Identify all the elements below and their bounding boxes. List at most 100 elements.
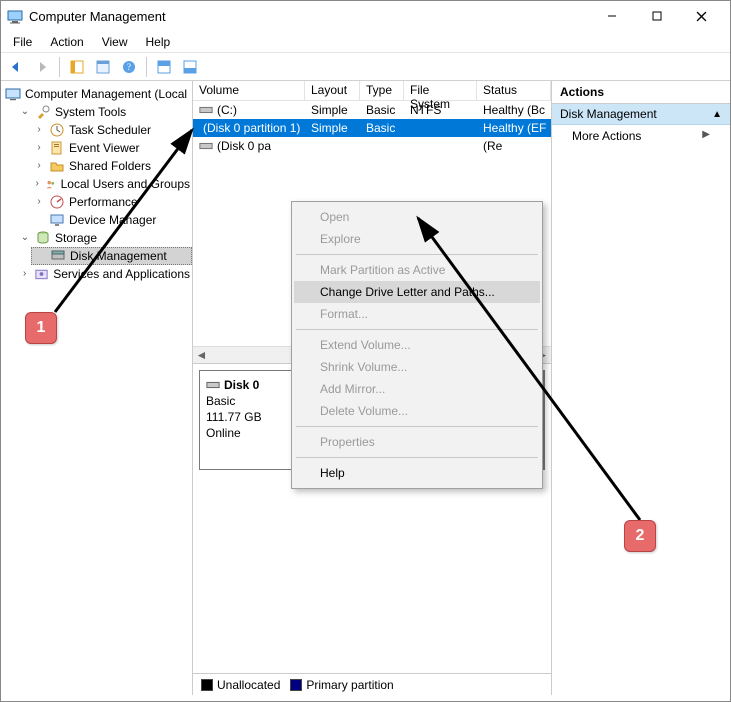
disk-management-icon xyxy=(50,248,66,264)
expand-icon[interactable]: › xyxy=(33,121,45,139)
cm-delete-volume[interactable]: Delete Volume... xyxy=(294,400,540,422)
back-button[interactable] xyxy=(5,56,27,78)
close-button[interactable] xyxy=(679,2,724,30)
legend: Unallocated Primary partition xyxy=(193,673,551,695)
volume-name: (C:) xyxy=(217,103,237,117)
tree-event-viewer[interactable]: ›Event Viewer xyxy=(31,139,192,157)
window-title: Computer Management xyxy=(29,9,166,24)
tree-label: Local Users and Groups xyxy=(61,175,190,193)
volume-row[interactable]: (C:) Simple Basic NTFS Healthy (Bc xyxy=(193,101,551,119)
view-top-button[interactable] xyxy=(153,56,175,78)
actions-more[interactable]: More Actions ▶ xyxy=(552,125,730,147)
col-status[interactable]: Status xyxy=(477,81,551,100)
tree-system-tools[interactable]: ⌄ System Tools xyxy=(17,103,192,121)
tree-root[interactable]: Computer Management (Local xyxy=(3,85,192,103)
chevron-right-icon: ▶ xyxy=(702,129,710,140)
device-manager-icon xyxy=(49,212,65,228)
volume-list-header: Volume Layout Type File System Status xyxy=(193,81,551,101)
main-area: Computer Management (Local ⌄ System Tool… xyxy=(1,81,730,701)
cm-separator xyxy=(296,254,538,255)
forward-button[interactable] xyxy=(31,56,53,78)
tree-shared-folders[interactable]: ›Shared Folders xyxy=(31,157,192,175)
tree-performance[interactable]: ›Performance xyxy=(31,193,192,211)
collapse-icon[interactable]: ⌄ xyxy=(19,229,31,247)
tree-services[interactable]: › Services and Applications xyxy=(17,265,192,283)
help-button[interactable]: ? xyxy=(118,56,140,78)
tree-task-scheduler[interactable]: ›Task Scheduler xyxy=(31,121,192,139)
cm-help[interactable]: Help xyxy=(294,462,540,484)
properties-button[interactable] xyxy=(92,56,114,78)
expand-icon[interactable]: › xyxy=(33,193,45,211)
legend-primary: Primary partition xyxy=(290,678,393,692)
cm-separator xyxy=(296,457,538,458)
cm-properties[interactable]: Properties xyxy=(294,431,540,453)
expand-icon[interactable]: › xyxy=(33,175,41,193)
expand-icon[interactable]: › xyxy=(33,157,45,175)
volume-row[interactable]: (Disk 0 pa (Re xyxy=(193,137,551,155)
volume-status: (Re xyxy=(477,138,551,154)
tree-storage[interactable]: ⌄ Storage xyxy=(17,229,192,247)
cm-explore[interactable]: Explore xyxy=(294,228,540,250)
collapse-icon[interactable]: ▲ xyxy=(712,109,722,120)
expand-icon[interactable]: › xyxy=(19,265,30,283)
tree-device-manager[interactable]: Device Manager xyxy=(31,211,192,229)
disk-type: Basic xyxy=(206,393,286,409)
tree-disk-management[interactable]: Disk Management xyxy=(31,247,192,265)
shared-folders-icon xyxy=(49,158,65,174)
cm-format[interactable]: Format... xyxy=(294,303,540,325)
expand-icon[interactable]: › xyxy=(33,139,45,157)
performance-icon xyxy=(49,194,65,210)
drive-icon xyxy=(199,139,213,153)
view-bottom-button[interactable] xyxy=(179,56,201,78)
volume-layout: Simple xyxy=(305,120,360,136)
col-type[interactable]: Type xyxy=(360,81,404,100)
tree-label: System Tools xyxy=(55,103,126,121)
col-volume[interactable]: Volume xyxy=(193,81,305,100)
cm-mark-active[interactable]: Mark Partition as Active xyxy=(294,259,540,281)
storage-icon xyxy=(35,230,51,246)
menu-action[interactable]: Action xyxy=(42,33,91,51)
volume-row-selected[interactable]: (Disk 0 partition 1) Simple Basic Health… xyxy=(193,119,551,137)
tree-local-users[interactable]: › Local Users and Groups xyxy=(31,175,192,193)
tree-label: Disk Management xyxy=(70,247,167,265)
disk-info[interactable]: Disk 0 Basic 111.77 GB Online xyxy=(199,370,293,470)
cm-extend-volume[interactable]: Extend Volume... xyxy=(294,334,540,356)
toolbar-separator xyxy=(59,57,60,77)
title-bar: Computer Management xyxy=(1,1,730,31)
console-tree[interactable]: Computer Management (Local ⌄ System Tool… xyxy=(1,81,193,695)
volume-rows: (C:) Simple Basic NTFS Healthy (Bc (Disk… xyxy=(193,101,551,155)
minimize-button[interactable] xyxy=(589,2,634,30)
col-layout[interactable]: Layout xyxy=(305,81,360,100)
computer-management-icon xyxy=(5,86,21,102)
svg-text:?: ? xyxy=(127,62,131,72)
collapse-icon[interactable]: ⌄ xyxy=(19,103,31,121)
actions-more-label: More Actions xyxy=(572,129,641,143)
cm-separator xyxy=(296,426,538,427)
toolbar: ? xyxy=(1,53,730,81)
menu-file[interactable]: File xyxy=(5,33,40,51)
services-icon xyxy=(34,266,49,282)
maximize-button[interactable] xyxy=(634,2,679,30)
menu-view[interactable]: View xyxy=(94,33,136,51)
col-file-system[interactable]: File System xyxy=(404,81,477,100)
volume-name: (Disk 0 pa xyxy=(217,139,271,153)
cm-open[interactable]: Open xyxy=(294,206,540,228)
computer-management-window: Computer Management File Action View Hel… xyxy=(0,0,731,702)
app-icon xyxy=(7,8,23,24)
toolbar-separator xyxy=(146,57,147,77)
disk-icon xyxy=(206,378,220,392)
tree-label: Storage xyxy=(55,229,97,247)
actions-selected[interactable]: Disk Management ▲ xyxy=(552,104,730,125)
volume-fs xyxy=(404,127,477,129)
cm-add-mirror[interactable]: Add Mirror... xyxy=(294,378,540,400)
show-hide-tree-button[interactable] xyxy=(66,56,88,78)
actions-selected-label: Disk Management xyxy=(560,107,657,121)
context-menu: Open Explore Mark Partition as Active Ch… xyxy=(291,201,543,489)
cm-change-drive-letter[interactable]: Change Drive Letter and Paths... xyxy=(294,281,540,303)
volume-type: Basic xyxy=(360,102,404,118)
disk-status: Online xyxy=(206,425,286,441)
volume-layout: Simple xyxy=(305,102,360,118)
menu-help[interactable]: Help xyxy=(138,33,179,51)
cm-shrink-volume[interactable]: Shrink Volume... xyxy=(294,356,540,378)
scroll-left-icon[interactable]: ◄ xyxy=(193,347,210,364)
